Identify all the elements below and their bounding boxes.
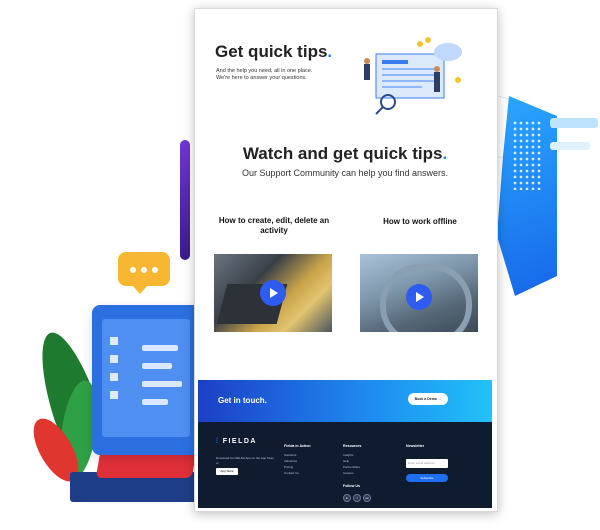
video-thumbnail[interactable] bbox=[360, 254, 478, 332]
monitor-illustration bbox=[92, 305, 202, 455]
play-icon[interactable] bbox=[406, 284, 432, 310]
screen-square bbox=[110, 337, 118, 345]
app-store-badge[interactable]: App Store bbox=[216, 468, 238, 475]
footer-link[interactable]: Careers bbox=[343, 471, 354, 476]
analytics-illustration bbox=[364, 37, 462, 115]
fielda-logo[interactable]: ⫶ FIELDA bbox=[216, 438, 257, 446]
footer-column-heading: Resources bbox=[343, 444, 362, 448]
section-subtitle: Our Support Community can help you find … bbox=[241, 168, 449, 178]
footer-column-heading: Fielda in Action bbox=[284, 444, 311, 448]
footer: ⫶ FIELDA Download for FIELDA App on the … bbox=[198, 422, 492, 508]
facebook-icon[interactable]: f bbox=[353, 494, 361, 502]
cta-banner: Get in touch. Book a Demo → bbox=[198, 380, 492, 422]
footer-link[interactable]: Insights bbox=[343, 453, 353, 458]
video-thumbnail[interactable] bbox=[214, 254, 332, 332]
screen-bar bbox=[142, 399, 168, 405]
footer-link[interactable]: Help bbox=[343, 459, 349, 464]
subscribe-button[interactable]: Subscribe bbox=[406, 474, 448, 482]
bar-decoration bbox=[550, 118, 598, 128]
footer-link[interactable]: Industries bbox=[284, 459, 297, 464]
hero-title: Get quick tips. bbox=[215, 42, 333, 61]
twitter-icon[interactable]: tw bbox=[363, 494, 371, 502]
footer-link[interactable]: Solutions bbox=[284, 453, 296, 458]
monitor-screen bbox=[102, 319, 190, 437]
dots-decoration bbox=[512, 120, 542, 190]
newsletter-heading: Newsletter bbox=[406, 444, 425, 448]
purple-shape-decoration bbox=[180, 140, 190, 260]
page-mockup: Get quick tips. And the help you need, a… bbox=[194, 8, 498, 512]
newsletter-email-input[interactable]: Enter email address bbox=[406, 459, 448, 468]
footer-link[interactable]: Contact Us bbox=[284, 471, 299, 476]
bar-decoration bbox=[550, 142, 590, 150]
follow-heading: Follow Us bbox=[343, 484, 360, 488]
screen-bar bbox=[142, 363, 172, 369]
screen-square bbox=[110, 355, 118, 363]
footer-link[interactable]: Partnerships bbox=[343, 465, 360, 470]
cta-text: Get in touch. bbox=[218, 396, 267, 405]
chat-bubble-icon bbox=[118, 252, 170, 294]
hero-subtitle: And the help you need, all in one place.… bbox=[216, 68, 313, 81]
screen-square bbox=[110, 391, 118, 399]
footer-link[interactable]: Pricing bbox=[284, 465, 293, 470]
section-title: Watch and get quick tips. bbox=[242, 144, 448, 163]
footer-blurb: Download for FIELDA App on the App Store… bbox=[216, 456, 275, 465]
screen-bar bbox=[142, 381, 182, 387]
monitor-stand-illustration bbox=[95, 452, 197, 478]
play-icon[interactable] bbox=[260, 280, 286, 306]
screen-square bbox=[110, 373, 118, 381]
linkedin-icon[interactable]: in bbox=[343, 494, 351, 502]
video-title: How to create, edit, delete an activity bbox=[218, 216, 330, 235]
screen-bar bbox=[142, 345, 178, 351]
book-demo-button[interactable]: Book a Demo → bbox=[408, 393, 448, 405]
page-content: Get quick tips. And the help you need, a… bbox=[198, 12, 492, 508]
video-title: How to work offline bbox=[383, 217, 457, 226]
